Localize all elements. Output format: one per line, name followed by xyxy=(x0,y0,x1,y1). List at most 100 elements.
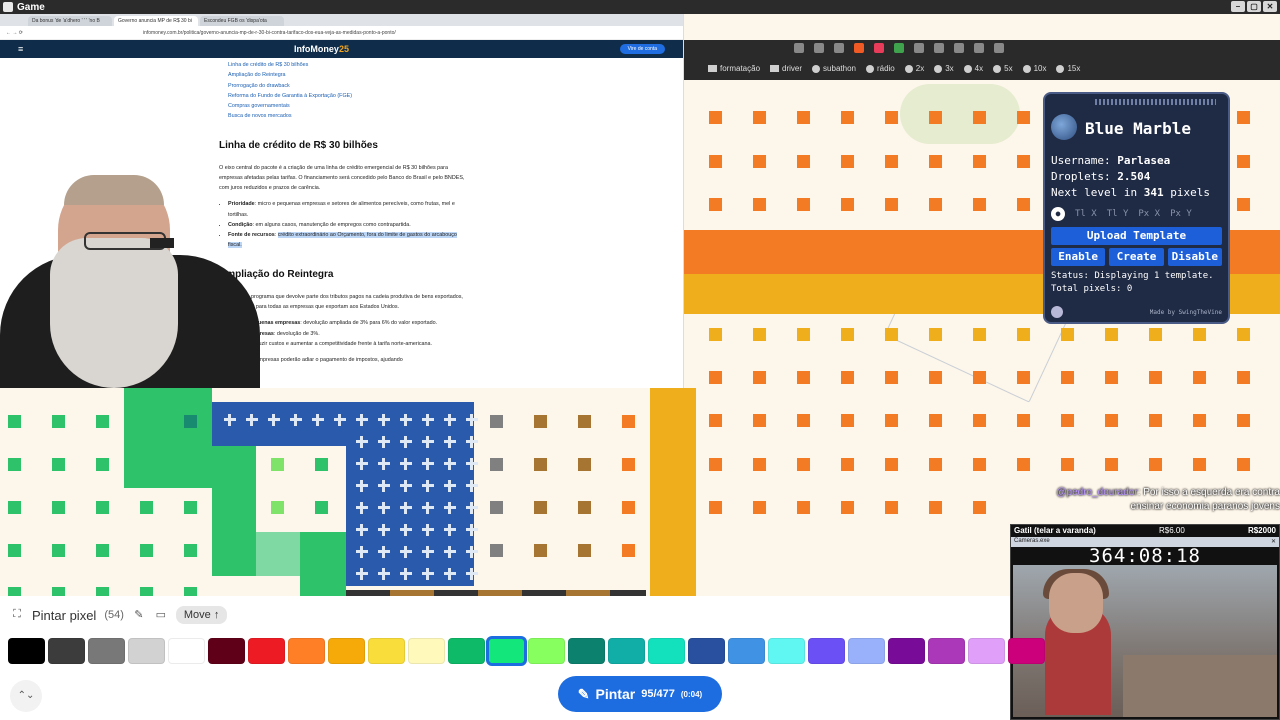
toc-link[interactable]: Compras governamentais xyxy=(219,101,469,111)
color-swatch[interactable] xyxy=(168,638,205,664)
toc-link[interactable]: Reforma do Fundo de Garantia à Exportaçã… xyxy=(219,91,469,101)
bookmark-item[interactable]: 3x xyxy=(934,64,954,73)
site-logo[interactable]: InfoMoney25 xyxy=(294,44,349,54)
color-swatch[interactable] xyxy=(968,638,1005,664)
color-swatch[interactable] xyxy=(888,638,925,664)
pattern-mark xyxy=(448,568,451,580)
bookmark-item[interactable]: 2x xyxy=(904,64,924,73)
color-swatch[interactable] xyxy=(8,638,45,664)
maximize-button[interactable]: ▢ xyxy=(1247,1,1261,12)
color-swatch[interactable] xyxy=(568,638,605,664)
share-icon[interactable] xyxy=(834,43,844,53)
eraser-icon[interactable]: ▭ xyxy=(154,608,168,622)
map-pixel xyxy=(929,328,942,341)
map-pixel xyxy=(885,501,898,514)
paint-button[interactable]: ✎ Pintar 95/477 (0:04) xyxy=(558,676,722,712)
pattern-mark xyxy=(426,546,429,558)
toc-link[interactable]: Ampliação do Reintegra xyxy=(219,70,469,80)
drag-handle[interactable] xyxy=(1095,99,1216,105)
bookmark-item[interactable]: 5x xyxy=(993,64,1013,73)
extension-icon[interactable] xyxy=(994,43,1004,53)
map-pixel xyxy=(1149,371,1162,384)
color-swatch[interactable] xyxy=(248,638,285,664)
color-swatch[interactable] xyxy=(408,638,445,664)
app-icon xyxy=(3,2,13,12)
chevron-up-down-icon[interactable]: ⌃⌄ xyxy=(10,680,42,712)
pattern-mark xyxy=(404,458,407,470)
tile-x-input[interactable]: Tl X xyxy=(1075,209,1097,219)
bookmark-item[interactable]: rádio xyxy=(865,64,895,73)
map-pixel xyxy=(534,415,547,428)
pixel-count: (54) xyxy=(104,609,124,621)
color-swatch[interactable] xyxy=(128,638,165,664)
color-swatch[interactable] xyxy=(208,638,245,664)
pin-icon[interactable]: ● xyxy=(1051,207,1065,221)
color-swatch[interactable] xyxy=(288,638,325,664)
color-swatch[interactable] xyxy=(928,638,965,664)
upload-template-button[interactable]: Upload Template xyxy=(1051,227,1222,245)
extension-icon[interactable] xyxy=(974,43,984,53)
bookmark-item[interactable]: subathon xyxy=(812,64,856,73)
bookmark-item[interactable]: driver xyxy=(770,64,802,73)
bookmark-item[interactable]: 10x xyxy=(1022,64,1046,73)
color-swatch[interactable] xyxy=(848,638,885,664)
coordinate-inputs: ● Tl X Tl Y Px X Px Y xyxy=(1051,207,1192,221)
pattern-mark xyxy=(448,436,451,448)
map-pixel xyxy=(1061,328,1074,341)
extension-icon[interactable] xyxy=(934,43,944,53)
globe-icon[interactable] xyxy=(1051,114,1077,140)
color-swatch[interactable] xyxy=(328,638,365,664)
extension-badge-icon[interactable] xyxy=(894,43,904,53)
pixel-y-input[interactable]: Px Y xyxy=(1170,209,1192,219)
color-swatch[interactable] xyxy=(808,638,845,664)
color-swatch[interactable] xyxy=(486,636,527,666)
extension-icon[interactable] xyxy=(954,43,964,53)
close-button[interactable]: ✕ xyxy=(1263,1,1277,12)
color-swatch[interactable] xyxy=(1008,638,1045,664)
color-swatch[interactable] xyxy=(608,638,645,664)
color-swatch[interactable] xyxy=(528,638,565,664)
browser-tab[interactable]: Da bonus 'de 'a'dhero ' ' ' 'no B xyxy=(28,16,112,26)
browser-tab-active[interactable]: Governo anuncia MP de R$ 30 bi xyxy=(114,16,198,26)
cta-button[interactable]: Vire de conta xyxy=(619,44,665,54)
tile-y-input[interactable]: Tl Y xyxy=(1107,209,1129,219)
avatar[interactable] xyxy=(1051,306,1063,318)
toc-link[interactable]: Prorrogação do drawback xyxy=(219,81,469,91)
minimize-button[interactable]: – xyxy=(1231,1,1245,12)
map-pixel xyxy=(797,198,810,211)
pixel-x-input[interactable]: Px X xyxy=(1138,209,1160,219)
map-pixel xyxy=(1105,458,1118,471)
extension-icon[interactable] xyxy=(794,43,804,53)
color-swatch[interactable] xyxy=(88,638,125,664)
rewards-icon[interactable] xyxy=(874,43,884,53)
map-pixel xyxy=(1061,371,1074,384)
map-pixel xyxy=(973,198,986,211)
color-swatch[interactable] xyxy=(768,638,805,664)
color-swatch[interactable] xyxy=(728,638,765,664)
color-swatch[interactable] xyxy=(368,638,405,664)
bookmark-item[interactable]: 15x xyxy=(1056,64,1080,73)
map-pixel xyxy=(753,198,766,211)
back-icon[interactable]: ← → ⟳ xyxy=(6,30,23,36)
enable-button[interactable]: Enable xyxy=(1051,248,1106,266)
blue-marble-panel[interactable]: Blue Marble Username: Parlasea Droplets:… xyxy=(1043,92,1230,324)
map-pixel xyxy=(1061,414,1074,427)
color-swatch[interactable] xyxy=(448,638,485,664)
browser-tab[interactable]: Escondeu FGB os 'dispa'ota xyxy=(200,16,284,26)
color-swatch[interactable] xyxy=(688,638,725,664)
menu-icon[interactable]: ≡ xyxy=(18,44,23,54)
create-button[interactable]: Create xyxy=(1109,248,1164,266)
move-button[interactable]: Move ↑ xyxy=(175,606,228,624)
color-swatch[interactable] xyxy=(48,638,85,664)
brave-shield-icon[interactable] xyxy=(854,43,864,53)
extension-icon[interactable] xyxy=(914,43,924,53)
translate-icon[interactable] xyxy=(814,43,824,53)
expand-icon[interactable]: ⛶ xyxy=(10,608,24,622)
address-bar[interactable]: ← → ⟳ infomoney.com.br/politica/governo-… xyxy=(0,26,683,40)
pencil-icon[interactable]: ✎ xyxy=(132,608,146,622)
color-swatch[interactable] xyxy=(648,638,685,664)
bookmark-item[interactable]: 4x xyxy=(963,64,983,73)
disable-button[interactable]: Disable xyxy=(1167,248,1222,266)
bookmark-item[interactable]: formatação xyxy=(708,64,760,73)
toc-link[interactable]: Linha de crédito de R$ 30 bilhões xyxy=(219,60,469,70)
